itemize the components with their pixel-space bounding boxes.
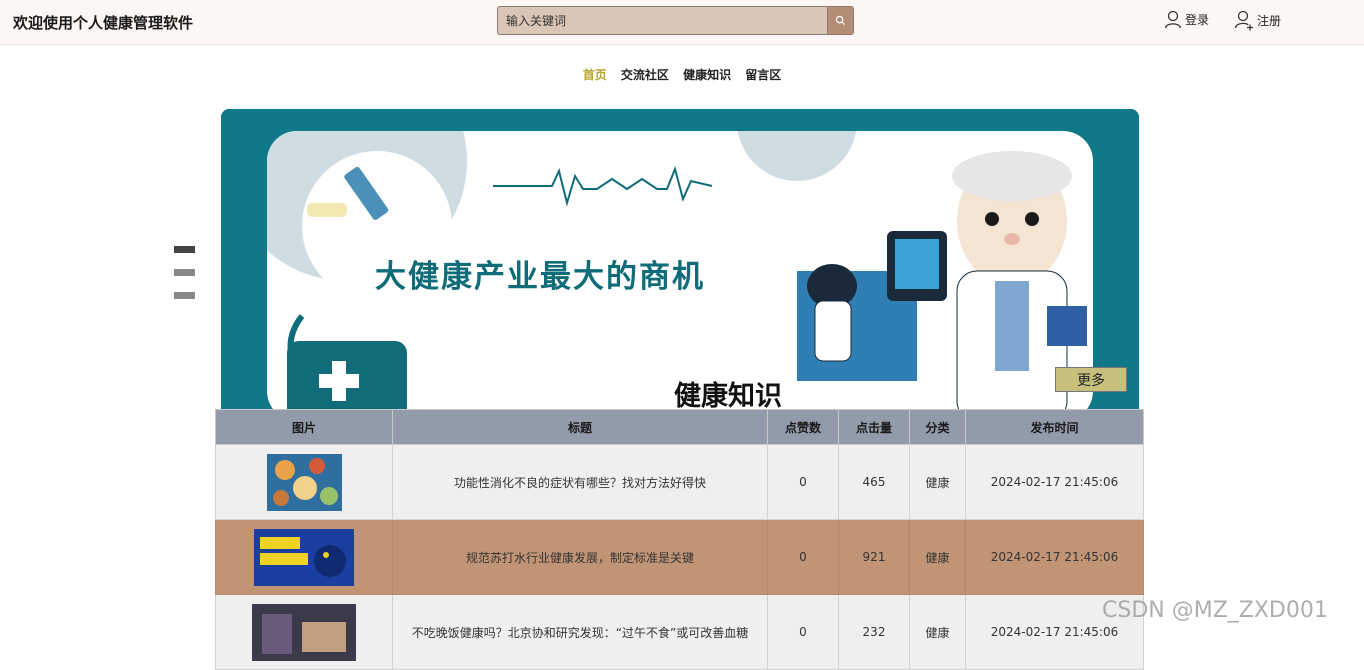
nav-item-health-knowledge[interactable]: 健康知识 xyxy=(683,66,731,83)
carousel-indicators xyxy=(174,246,195,315)
column-header-likes: 点赞数 xyxy=(767,409,839,445)
more-button[interactable]: 更多 xyxy=(1055,367,1127,392)
banner-headline: 大健康产业最大的商机 xyxy=(375,259,705,295)
table-row[interactable]: 规范苏打水行业健康发展，制定标准是关键 0 921 健康 2024-02-17 … xyxy=(215,519,1144,595)
row-category: 健康 xyxy=(909,444,966,520)
carousel-dot-1[interactable] xyxy=(174,246,195,253)
health-knowledge-table: 图片 标题 点赞数 点击量 分类 发布时间 功能性消化不良的症状有哪些？找对方法… xyxy=(215,409,1144,670)
table-row[interactable]: 不吃晚饭健康吗？北京协和研究发现：“过午不食”或可改善血糖 0 232 健康 2… xyxy=(215,594,1144,670)
row-clicks: 465 xyxy=(838,444,910,520)
watermark-text: CSDN @MZ_ZXD001 xyxy=(1102,598,1328,623)
site-title: 欢迎使用个人健康管理软件 xyxy=(13,14,194,32)
carousel-dot-2[interactable] xyxy=(174,269,195,276)
row-publish-time: 2024-02-17 21:45:06 xyxy=(965,519,1144,595)
column-header-title: 标题 xyxy=(392,409,768,445)
food-thumbnail[interactable] xyxy=(266,453,342,511)
search-input[interactable] xyxy=(498,7,828,34)
column-header-clicks: 点击量 xyxy=(838,409,910,445)
login-link[interactable]: 登录 xyxy=(1163,9,1209,29)
row-image-cell xyxy=(215,519,393,595)
column-header-image: 图片 xyxy=(215,409,393,445)
row-image-cell xyxy=(215,444,393,520)
row-image-cell xyxy=(215,594,393,670)
register-label: 注册 xyxy=(1257,13,1282,28)
nav-item-home[interactable]: 首页 xyxy=(583,66,607,83)
row-clicks: 921 xyxy=(838,519,910,595)
row-likes: 0 xyxy=(767,594,839,670)
math-poster-thumbnail[interactable] xyxy=(254,528,354,586)
section-title: 健康知识 xyxy=(674,381,782,409)
search-button[interactable] xyxy=(827,7,853,34)
column-header-category: 分类 xyxy=(909,409,966,445)
row-likes: 0 xyxy=(767,519,839,595)
login-label: 登录 xyxy=(1185,12,1210,27)
row-category: 健康 xyxy=(909,519,966,595)
banner-card: 大健康产业最大的商机 健康知识 xyxy=(267,131,1093,409)
top-header: 欢迎使用个人健康管理软件 登录 注册 xyxy=(0,0,1364,45)
row-clicks: 232 xyxy=(838,594,910,670)
nav-item-community[interactable]: 交流社区 xyxy=(621,66,669,83)
row-likes: 0 xyxy=(767,444,839,520)
row-title[interactable]: 规范苏打水行业健康发展，制定标准是关键 xyxy=(392,519,768,595)
medical-kit-icon xyxy=(287,314,407,409)
nav-item-message-board[interactable]: 留言区 xyxy=(745,66,781,83)
user-icon xyxy=(1164,10,1182,29)
add-user-icon xyxy=(1234,10,1253,31)
table-row[interactable]: 功能性消化不良的症状有哪些？找对方法好得快 0 465 健康 2024-02-1… xyxy=(215,444,1144,520)
carousel-dot-3[interactable] xyxy=(174,292,195,299)
row-title[interactable]: 功能性消化不良的症状有哪些？找对方法好得快 xyxy=(392,444,768,520)
banner-image: 大健康产业最大的商机 健康知识 xyxy=(221,109,1139,409)
row-title[interactable]: 不吃晚饭健康吗？北京协和研究发现：“过午不食”或可改善血糖 xyxy=(392,594,768,670)
heartbeat-line-icon xyxy=(493,165,713,207)
meal-photo-thumbnail[interactable] xyxy=(252,603,356,661)
row-publish-time: 2024-02-17 21:45:06 xyxy=(965,444,1144,520)
search-icon xyxy=(835,15,846,26)
column-header-publish-time: 发布时间 xyxy=(965,409,1144,445)
register-link[interactable]: 注册 xyxy=(1233,9,1281,31)
search-box xyxy=(497,6,854,35)
table-header-row: 图片 标题 点赞数 点击量 分类 发布时间 xyxy=(215,409,1144,445)
main-nav: 首页 交流社区 健康知识 留言区 xyxy=(0,66,1364,83)
row-category: 健康 xyxy=(909,594,966,670)
